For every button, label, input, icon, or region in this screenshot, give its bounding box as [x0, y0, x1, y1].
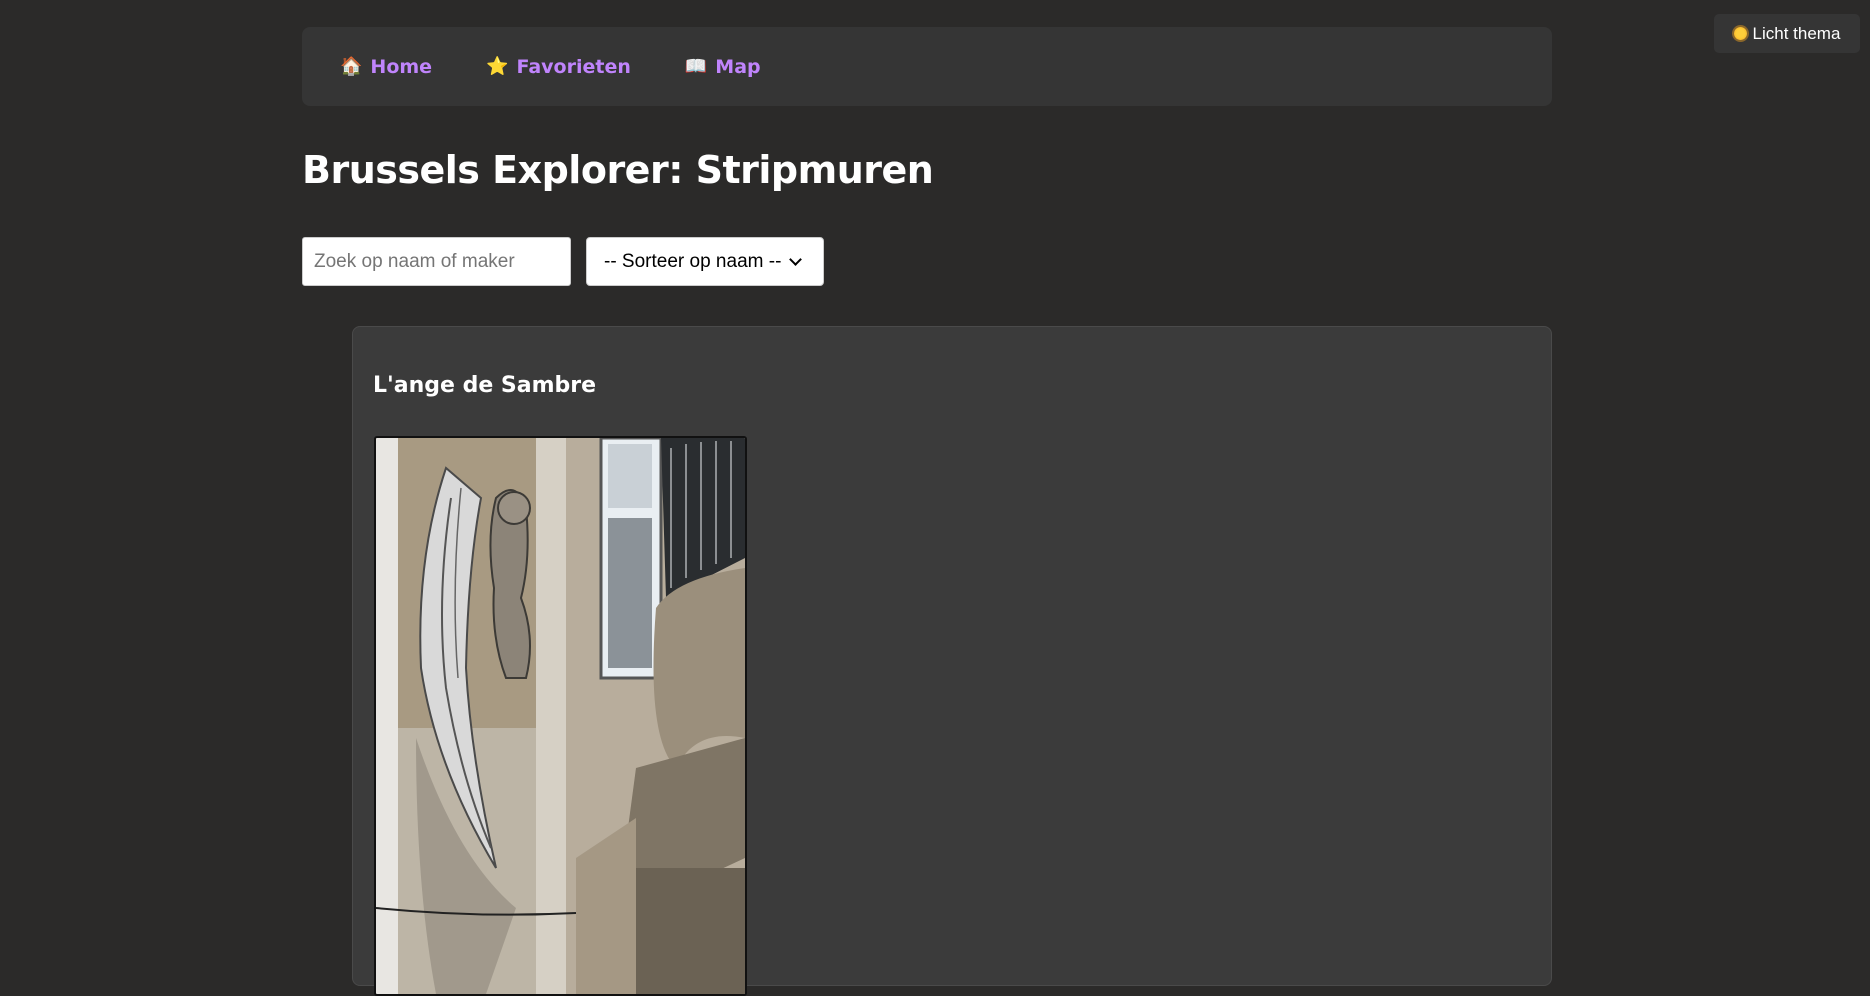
page-title: Brussels Explorer: Stripmuren	[302, 148, 934, 192]
chevron-down-icon	[789, 252, 803, 266]
theme-toggle-label: Licht thema	[1752, 23, 1841, 43]
nav-item-home[interactable]: 🏠 Home	[340, 56, 432, 78]
nav-item-map[interactable]: 📖 Map	[685, 56, 761, 78]
mural-image[interactable]	[374, 436, 747, 996]
top-navigation: 🏠 Home ⭐ Favorieten 📖 Map	[302, 27, 1552, 106]
theme-toggle-button[interactable]: Licht thema	[1714, 14, 1860, 53]
nav-item-favorieten[interactable]: ⭐ Favorieten	[486, 56, 631, 78]
search-input[interactable]	[302, 237, 571, 286]
sort-select-value: -- Sorteer op naam --	[604, 250, 782, 272]
sort-select[interactable]: -- Sorteer op naam --	[586, 237, 824, 286]
nav-item-label: Home	[370, 55, 433, 78]
house-icon: 🏠	[340, 55, 363, 77]
mural-card: L'ange de Sambre	[352, 326, 1552, 996]
nav-item-label: Favorieten	[516, 55, 631, 78]
mural-illustration	[376, 438, 745, 994]
nav-item-label: Map	[715, 55, 761, 78]
sun-icon	[1733, 27, 1747, 40]
map-book-icon: 📖	[684, 55, 708, 77]
card-title: L'ange de Sambre	[373, 373, 597, 398]
star-icon: ⭐	[486, 55, 509, 77]
